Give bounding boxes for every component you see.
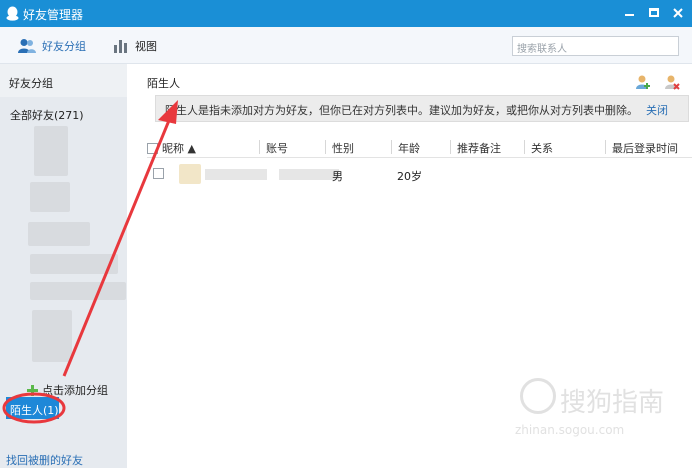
close-icon bbox=[673, 8, 683, 18]
info-banner-close-link[interactable]: 关闭 bbox=[646, 104, 668, 117]
watermark-logo-icon bbox=[520, 378, 556, 414]
watermark-text: 搜狗指南 bbox=[560, 388, 665, 418]
column-header-relation[interactable]: 关系 bbox=[524, 140, 553, 155]
row-checkbox[interactable] bbox=[153, 168, 164, 179]
add-friend-icon[interactable] bbox=[635, 74, 651, 90]
delete-friend-icon[interactable] bbox=[664, 74, 680, 90]
view-button[interactable]: 视图 bbox=[113, 37, 157, 55]
avatar bbox=[179, 164, 201, 184]
plus-icon bbox=[27, 384, 38, 396]
friends-icon bbox=[18, 39, 36, 53]
table-row[interactable]: 男 20岁 bbox=[147, 164, 692, 184]
friend-groups-label: 好友分组 bbox=[42, 40, 86, 53]
info-banner: 陌生人是指未添加对方为好友，但你已在对方列表中。建议加为好友，或把你从对方列表中… bbox=[155, 95, 689, 122]
column-header-nickname[interactable]: 昵称 ▲ bbox=[147, 140, 196, 155]
qq-logo-icon bbox=[6, 6, 19, 21]
title-bar: 好友管理器 bbox=[0, 0, 692, 27]
bar-chart-icon bbox=[114, 40, 127, 53]
column-header-gender[interactable]: 性别 bbox=[325, 140, 354, 155]
blurred-group bbox=[30, 182, 70, 212]
select-all-checkbox[interactable] bbox=[147, 143, 158, 154]
minimize-icon bbox=[625, 14, 634, 16]
window-title: 好友管理器 bbox=[23, 8, 84, 22]
age-cell: 20岁 bbox=[397, 170, 422, 183]
recover-deleted-friends-link[interactable]: 找回被删的好友 bbox=[6, 452, 83, 468]
blurred-group bbox=[30, 282, 126, 300]
blurred-group bbox=[34, 126, 68, 176]
view-label: 视图 bbox=[135, 40, 157, 53]
search-input[interactable]: 搜索联系人 bbox=[512, 36, 679, 56]
minimize-button[interactable] bbox=[618, 4, 640, 22]
sidebar-item-all-friends[interactable]: 全部好友(271) bbox=[10, 107, 84, 123]
add-group-button[interactable]: 点击添加分组 bbox=[27, 382, 108, 398]
blurred-account bbox=[279, 169, 339, 180]
gender-cell: 男 bbox=[332, 170, 343, 183]
maximize-button[interactable] bbox=[643, 4, 665, 22]
close-button[interactable] bbox=[667, 4, 689, 22]
friend-groups-button[interactable]: 好友分组 bbox=[18, 37, 86, 55]
sidebar-header-label: 好友分组 bbox=[9, 77, 53, 90]
add-group-label: 点击添加分组 bbox=[42, 384, 108, 397]
blurred-group bbox=[30, 254, 118, 274]
table-header: 昵称 ▲ 账号 性别 年龄 推荐备注 关系 最后登录时间 bbox=[147, 136, 692, 158]
info-banner-text: 陌生人是指未添加对方为好友，但你已在对方列表中。建议加为好友，或把你从对方列表中… bbox=[165, 104, 638, 117]
blurred-group bbox=[32, 310, 72, 362]
sidebar-header: 好友分组 bbox=[0, 64, 127, 97]
sidebar: 好友分组 全部好友(271) 点击添加分组 陌生人(1) 找回被删的好友 bbox=[0, 64, 127, 468]
watermark-url: zhinan.sogou.com bbox=[515, 423, 625, 437]
column-header-age[interactable]: 年龄 bbox=[391, 140, 420, 155]
column-header-last-login[interactable]: 最后登录时间 bbox=[605, 140, 678, 155]
maximize-icon bbox=[649, 8, 659, 17]
column-header-account[interactable]: 账号 bbox=[259, 140, 288, 155]
column-header-recommend-note[interactable]: 推荐备注 bbox=[450, 140, 501, 155]
blurred-nickname bbox=[205, 169, 267, 180]
page-title: 陌生人 bbox=[147, 77, 180, 90]
sidebar-item-strangers[interactable]: 陌生人(1) bbox=[6, 397, 59, 419]
blurred-group bbox=[28, 222, 90, 246]
